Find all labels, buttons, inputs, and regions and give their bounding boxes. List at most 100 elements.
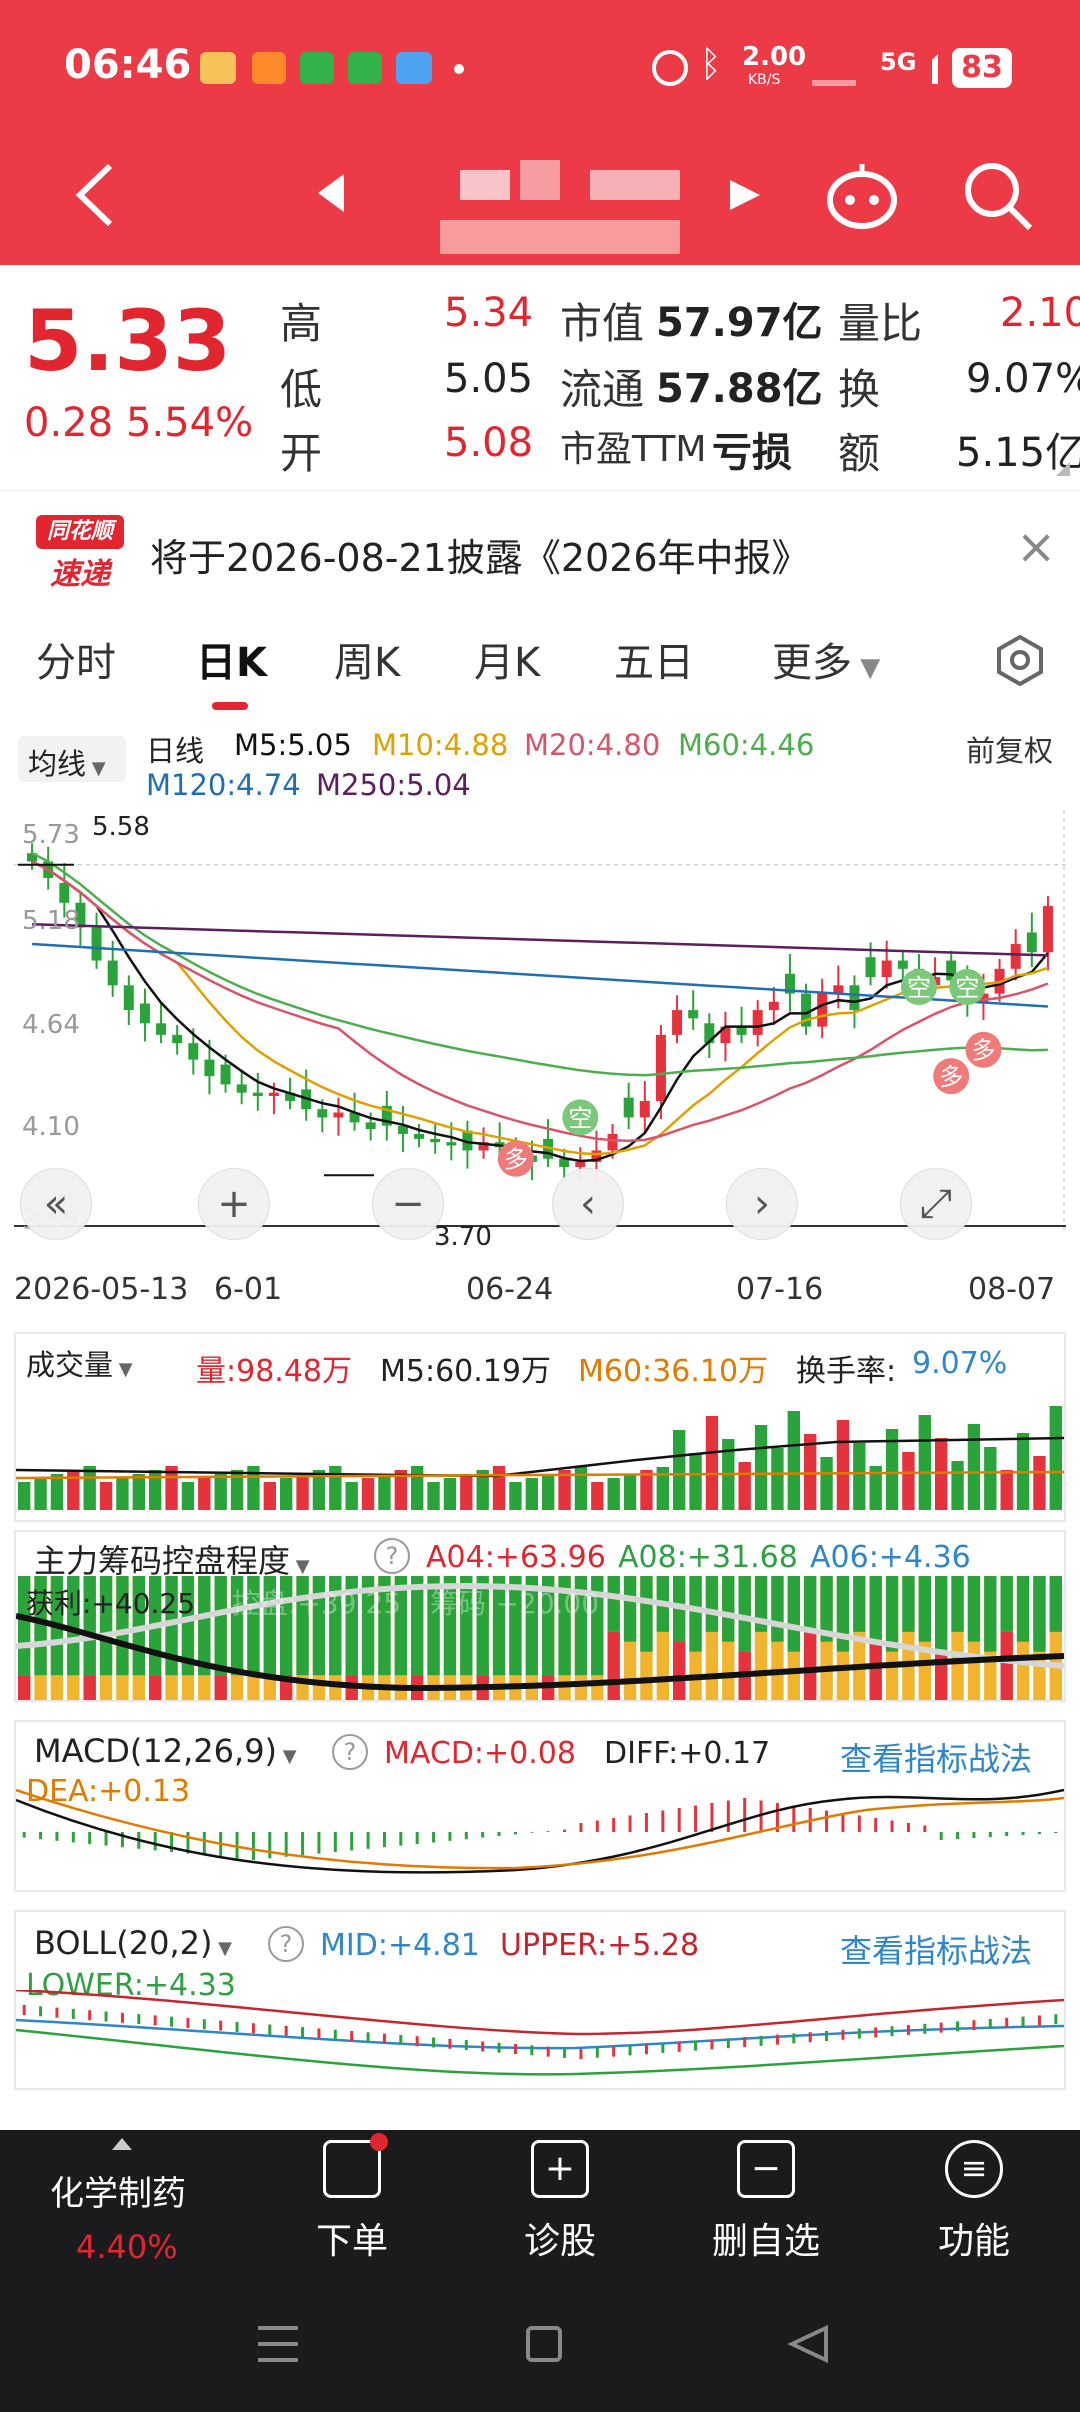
macd-help-icon[interactable]: ? [332,1734,368,1770]
chip-bar-green [1000,1576,1013,1632]
ma-selector[interactable]: 均线 ▼ [18,736,126,782]
volume-bar [951,1461,964,1510]
volume-bar [443,1478,457,1510]
ma250-label: M250:5.04 [316,768,471,802]
tab-monthly-k[interactable]: 月K [474,630,540,688]
tab-intraday[interactable]: 分时 [36,630,116,688]
boll-strategy-link[interactable]: 查看指标战法 [840,1926,1032,1972]
chip-bar-green [935,1576,948,1652]
low-label: 低 [280,365,323,414]
volume-bar [378,1474,391,1510]
dea-line [16,1788,1064,1870]
chip-bar-green [951,1576,964,1632]
chip-profit: 获利:+40.25 [26,1587,196,1620]
volume-bar-chart [16,1406,1064,1510]
chip-bar-red [149,1675,162,1700]
boll-lower-line [16,2028,1064,2076]
candle-body [91,927,102,961]
prev-stock-icon[interactable] [316,172,346,214]
chip-a06: A06:+4.36 [810,1540,971,1575]
remove-minus-icon: − [737,2140,795,2198]
zoom-in-button[interactable]: + [198,1168,270,1240]
chip-bar-green [836,1576,850,1652]
chip-a08: A08:+31.68 [618,1540,798,1575]
candle-body [655,1034,666,1101]
candle-body [414,1133,425,1139]
scroll-to-start-button[interactable]: « [20,1168,92,1240]
remove-watchlist-button[interactable]: − 删自选 [676,2140,856,2264]
recent-apps-icon[interactable] [258,2326,298,2362]
boll-mid: MID:+4.81 [320,1928,480,1963]
volume-bar [705,1416,719,1510]
home-icon[interactable] [526,2326,562,2362]
candle-body [172,1034,183,1044]
candle-body [365,1122,376,1129]
robot-assistant-icon[interactable] [824,160,900,232]
volume-bar [263,1482,276,1510]
notice-close-button[interactable]: × [1016,519,1056,575]
tab-five-day[interactable]: 五日 [614,630,694,688]
chip-help-icon[interactable]: ? [374,1538,410,1574]
volume-bar [132,1474,145,1510]
candle-body [849,985,860,1011]
candle-body [672,1010,683,1035]
sector-expand-icon[interactable] [112,2138,132,2150]
nav-bar [0,130,1080,265]
candle-body [688,1010,699,1019]
fullscreen-button[interactable]: ⤢ [900,1168,972,1240]
chip-bar-green [869,1576,882,1642]
candlestick-chart[interactable]: 空空 空多多多 [14,810,1066,1230]
chip-bar-green [804,1576,817,1632]
volume-bar [787,1411,800,1510]
turnover-label: 换 [838,365,881,414]
system-back-icon[interactable] [786,2324,830,2364]
pan-left-button[interactable]: ‹ [552,1168,624,1240]
volume-bar [623,1474,637,1510]
volume-bar [492,1466,506,1510]
macd-selector[interactable]: MACD(12,26,9) ▼ [34,1732,297,1770]
settings-hex-icon[interactable] [994,634,1046,686]
diagnose-button[interactable]: + 诊股 [470,2140,650,2264]
zoom-out-button[interactable]: − [372,1168,444,1240]
chip-bar-green [787,1576,800,1652]
more-notifications-dot [454,64,464,74]
volume-bar [50,1474,64,1510]
ma10-label: M10:4.88 [372,728,509,762]
search-icon[interactable] [960,158,1036,234]
sector-change: 4.40% [76,2228,178,2266]
expand-corner-icon[interactable] [1056,462,1070,476]
price-change: 0.28 [24,400,114,446]
volume-bar [574,1466,588,1510]
candle-body [1042,906,1053,953]
float-cap-label: 流通 [560,365,645,414]
volume-bar [689,1453,702,1510]
current-price: 5.33 [24,292,232,390]
volume-bar [935,1438,948,1510]
cell-signal-icon [910,54,938,84]
chip-bar-red [607,1631,620,1700]
chip-bar-green [918,1576,931,1642]
sector-name[interactable]: 化学制药 [50,2166,186,2215]
volume-bar [771,1448,784,1510]
boll-selector[interactable]: BOLL(20,2) ▼ [34,1924,232,1962]
x-tick-5: 08-07 [968,1272,1056,1307]
function-button[interactable]: ≡ 功能 [884,2140,1064,2264]
volume-ratio-value: 2.10 [1000,290,1080,336]
tab-more[interactable]: 更多 ▼ [772,630,880,688]
chip-selector[interactable]: 主力筹码控盘程度 ▼ [34,1536,310,1582]
back-arrow-icon[interactable] [70,160,120,230]
volume-selector[interactable]: 成交量 ▼ [26,1342,133,1384]
next-stock-icon[interactable] [728,178,762,212]
adjust-mode[interactable]: 前复权 [966,728,1053,770]
chip-bar-green [885,1576,899,1652]
tab-daily-k[interactable]: 日K [196,630,267,688]
order-button[interactable]: 下单 [262,2133,442,2264]
tab-weekly-k[interactable]: 周K [334,630,400,688]
candle-body [123,985,134,1011]
volume-bar [67,1470,80,1510]
volume-bar [853,1443,866,1510]
notice-banner[interactable]: 同花顺 速递 将于2026-08-21披露《2026年中报》 × [0,490,1080,610]
volume-bar [181,1482,195,1510]
boll-help-icon[interactable]: ? [268,1926,304,1962]
pan-right-button[interactable]: › [726,1168,798,1240]
